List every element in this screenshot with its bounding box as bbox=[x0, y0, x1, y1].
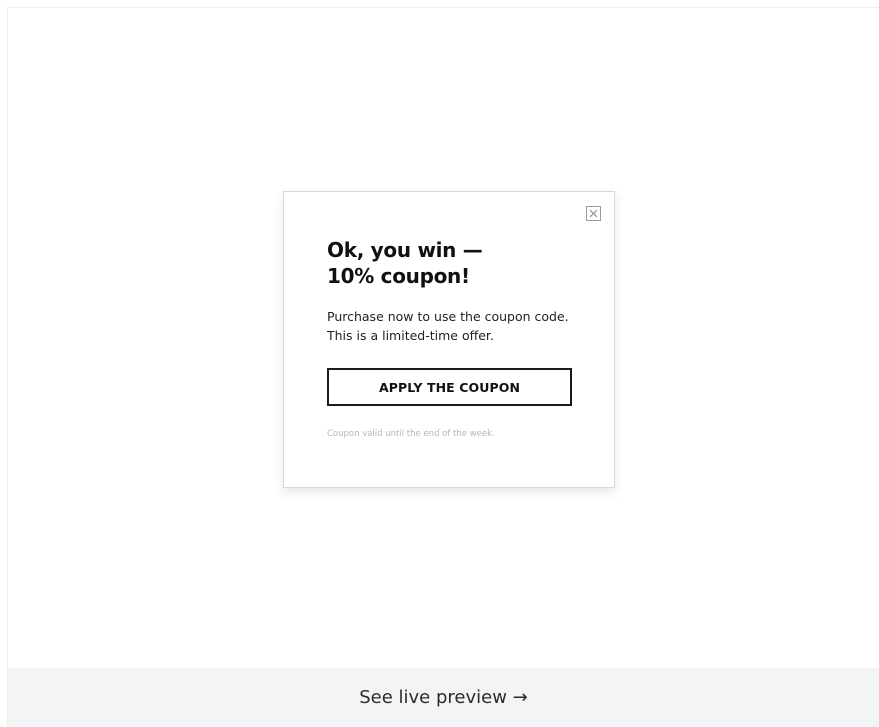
popup-title-line-1: Ok, you win — bbox=[327, 238, 483, 262]
popup-description-line-2: This is a limited-time offer. bbox=[327, 328, 494, 343]
popup-title: Ok, you win — 10% coupon! bbox=[327, 237, 587, 289]
close-button[interactable] bbox=[586, 206, 601, 221]
see-live-preview-link[interactable]: See live preview → bbox=[359, 687, 528, 708]
popup-description: Purchase now to use the coupon code. Thi… bbox=[327, 307, 587, 345]
preview-canvas: Ok, you win — 10% coupon! Purchase now t… bbox=[8, 8, 879, 668]
coupon-popup: Ok, you win — 10% coupon! Purchase now t… bbox=[283, 191, 615, 488]
preview-frame: Ok, you win — 10% coupon! Purchase now t… bbox=[7, 7, 879, 727]
coupon-validity-note: Coupon valid until the end of the week. bbox=[327, 429, 495, 439]
popup-title-line-2: 10% coupon! bbox=[327, 264, 470, 288]
apply-coupon-button[interactable]: APPLY THE COUPON bbox=[327, 368, 572, 406]
close-icon bbox=[589, 209, 598, 218]
popup-description-line-1: Purchase now to use the coupon code. bbox=[327, 309, 569, 324]
footer-bar: See live preview → bbox=[8, 668, 879, 727]
